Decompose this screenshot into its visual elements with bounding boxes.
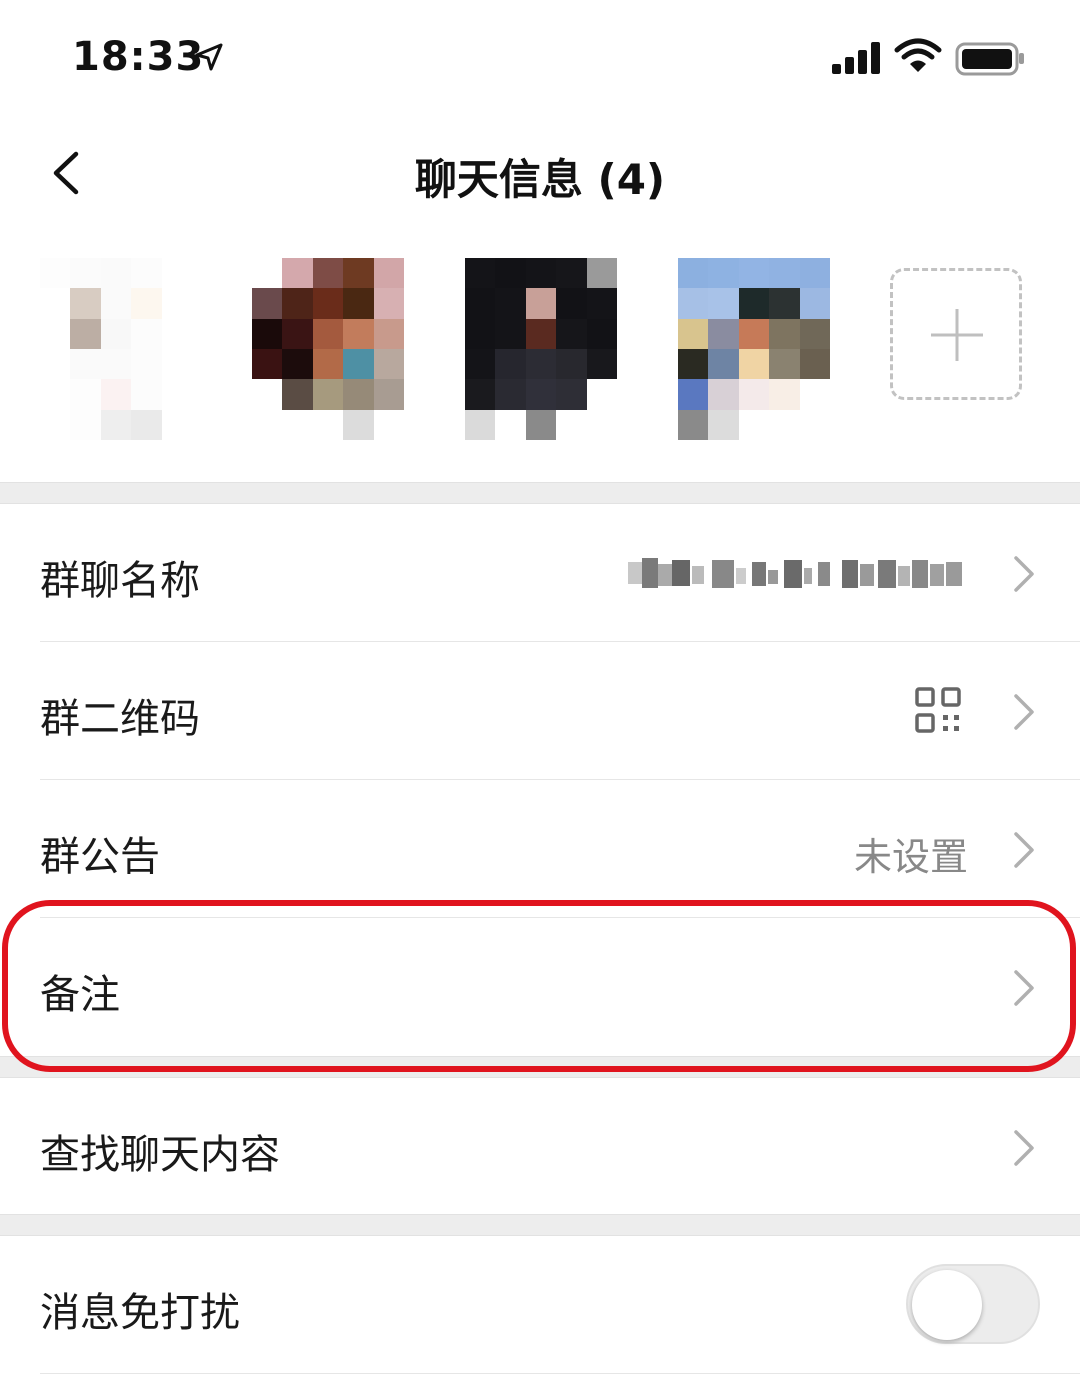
group-announcement-label: 群公告 — [40, 834, 160, 880]
group-name-row[interactable]: 群聊名称 — [0, 504, 1080, 642]
chevron-right-icon — [1014, 556, 1034, 592]
group-qr-row[interactable]: 群二维码 — [0, 642, 1080, 780]
search-chat-history-row[interactable]: 查找聊天内容 — [0, 1078, 1080, 1216]
member-avatar[interactable] — [252, 258, 404, 440]
status-bar: 18:33 — [0, 0, 1080, 110]
chevron-right-icon — [1014, 1130, 1034, 1166]
member-avatar[interactable] — [40, 258, 192, 440]
divider — [40, 1373, 1080, 1374]
wifi-icon — [894, 38, 942, 72]
mute-notifications-row: 消息免打扰 — [0, 1236, 1080, 1374]
qr-code-icon — [915, 687, 961, 733]
chevron-right-icon — [1014, 694, 1034, 730]
member-avatar[interactable] — [678, 258, 830, 440]
location-arrow-icon — [195, 43, 223, 71]
search-chat-history-label: 查找聊天内容 — [40, 1132, 280, 1178]
chevron-right-icon — [1014, 970, 1034, 1006]
toggle-knob — [912, 1270, 982, 1340]
battery-icon — [955, 42, 1024, 76]
member-avatar[interactable] — [465, 258, 617, 440]
section-gap — [0, 1056, 1080, 1078]
group-name-label: 群聊名称 — [40, 558, 200, 604]
chevron-right-icon — [1014, 832, 1034, 868]
add-member-button[interactable] — [890, 268, 1022, 400]
mute-notifications-label: 消息免打扰 — [40, 1290, 240, 1336]
group-announcement-value: 未设置 — [853, 835, 968, 879]
navigation-bar: 聊天信息 (4) — [0, 120, 1080, 230]
cellular-signal-icon — [832, 42, 880, 74]
remark-label: 备注 — [40, 972, 120, 1018]
group-announcement-row[interactable]: 群公告 未设置 — [0, 780, 1080, 918]
remark-row[interactable]: 备注 — [0, 918, 1080, 1056]
page-title: 聊天信息 (4) — [414, 155, 666, 204]
plus-icon — [931, 309, 983, 361]
section-gap — [0, 482, 1080, 504]
group-name-value-blurred — [628, 558, 962, 588]
section-gap — [0, 1214, 1080, 1236]
status-time: 18:33 — [72, 34, 205, 80]
member-list — [0, 240, 1080, 480]
group-qr-label: 群二维码 — [40, 696, 200, 742]
mute-notifications-toggle[interactable] — [906, 1264, 1040, 1344]
